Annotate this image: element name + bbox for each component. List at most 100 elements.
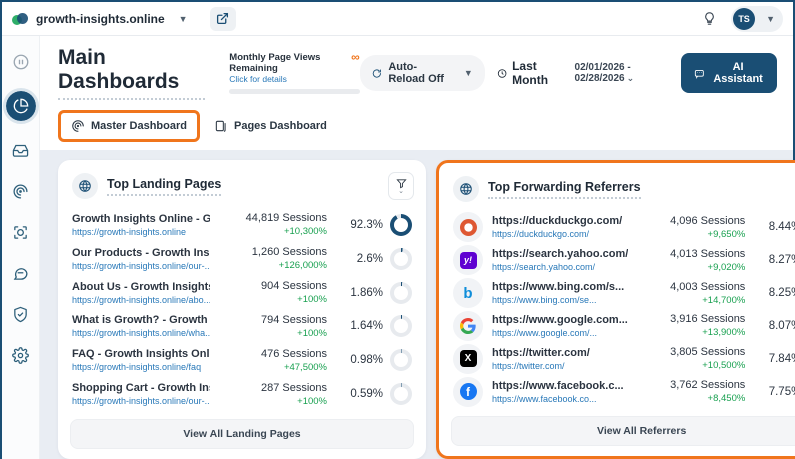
- row-url-link[interactable]: https://www.bing.com/se...: [492, 295, 628, 305]
- page-views-label: Monthly Page Views Remaining: [229, 52, 351, 75]
- list-item[interactable]: Growth Insights Online - Growth I... htt…: [72, 212, 412, 237]
- list-item[interactable]: f https://www.facebook.c... https://www.…: [453, 377, 795, 407]
- chevron-down-icon[interactable]: ▼: [179, 14, 188, 24]
- sessions-delta: +100%: [219, 396, 327, 407]
- top-landing-pages-panel: Top Landing Pages ⌄ Growth Insights Onli…: [58, 160, 426, 459]
- percent-value: 8.44%: [769, 221, 795, 233]
- globe-icon: [72, 173, 98, 199]
- row-title: https://www.facebook.c...: [492, 380, 628, 392]
- row-url-link[interactable]: https://duckduckgo.com/: [492, 229, 628, 239]
- row-url-link[interactable]: https://growth-insights.online/our-...: [72, 396, 210, 406]
- user-menu[interactable]: TS ▼: [731, 6, 783, 32]
- chevron-down-icon: ▼: [766, 14, 775, 24]
- row-title: Shopping Cart - Growth Insights ...: [72, 382, 210, 394]
- landing-pages-list: Growth Insights Online - Growth I... htt…: [70, 206, 414, 413]
- row-url-link[interactable]: https://growth-insights.online/faq: [72, 362, 210, 372]
- row-url-link[interactable]: https://twitter.com/: [492, 361, 628, 371]
- period-label: Last Month: [497, 59, 563, 87]
- row-url-link[interactable]: https://growth-insights.online/our-...: [72, 261, 210, 271]
- sessions-delta: +126,000%: [219, 260, 327, 271]
- pie-chart-icon[interactable]: [6, 91, 36, 121]
- chat-icon[interactable]: [9, 261, 33, 285]
- auto-reload-label: Auto-Reload Off: [388, 61, 451, 85]
- list-item[interactable]: X https://twitter.com/ https://twitter.c…: [453, 344, 795, 374]
- tab-pages-dashboard[interactable]: Pages Dashboard: [204, 113, 337, 139]
- list-item[interactable]: y! https://search.yahoo.com/ https://sea…: [453, 245, 795, 275]
- sessions-count: 3,805 Sessions: [637, 346, 745, 358]
- sessions-count: 44,819 Sessions: [219, 212, 327, 224]
- tab-master-dashboard[interactable]: Master Dashboard: [58, 110, 200, 142]
- row-title: https://twitter.com/: [492, 347, 628, 359]
- target-scan-icon[interactable]: [9, 220, 33, 244]
- sessions-count: 4,003 Sessions: [637, 281, 745, 293]
- site-favicon-icon: b: [453, 278, 483, 308]
- filter-button[interactable]: ⌄: [388, 172, 414, 200]
- row-title: What is Growth? - Growth Insight...: [72, 314, 210, 326]
- open-site-button[interactable]: [210, 7, 236, 31]
- percent-value: 8.25%: [769, 287, 795, 299]
- page-views-progress-bar: [229, 89, 359, 94]
- row-url-link[interactable]: https://growth-insights.online/wha...: [72, 328, 210, 338]
- row-url-link[interactable]: https://growth-insights.online/abo...: [72, 295, 210, 305]
- sessions-count: 3,916 Sessions: [637, 313, 745, 325]
- sessions-count: 4,013 Sessions: [637, 248, 745, 260]
- percent-value: 7.75%: [769, 386, 795, 398]
- donut-chart: [390, 282, 412, 304]
- row-url-link[interactable]: https://www.facebook.co...: [492, 394, 628, 404]
- auto-reload-toggle[interactable]: Auto-Reload Off ▼: [360, 55, 485, 91]
- sessions-delta: +13,900%: [637, 327, 745, 338]
- row-title: https://www.bing.com/s...: [492, 281, 628, 293]
- sessions-delta: +100%: [219, 328, 327, 339]
- sessions-delta: +8,450%: [637, 393, 745, 404]
- top-forwarding-referrers-panel: Top Forwarding Referrers ⌄ https://duckd…: [436, 160, 795, 459]
- view-all-landing-pages-button[interactable]: View All Landing Pages: [70, 419, 414, 449]
- referrers-list: https://duckduckgo.com/ https://duckduck…: [451, 209, 795, 410]
- page-views-details-link[interactable]: Click for details: [229, 74, 351, 84]
- percent-value: 7.84%: [769, 353, 795, 365]
- dashboard-content: Top Landing Pages ⌄ Growth Insights Onli…: [40, 150, 793, 459]
- site-favicon-icon: f: [453, 377, 483, 407]
- list-item[interactable]: What is Growth? - Growth Insight... http…: [72, 314, 412, 339]
- date-range-picker[interactable]: 02/01/2026 - 02/28/2026⌄: [575, 62, 670, 84]
- percent-value: 8.27%: [769, 254, 795, 266]
- panel-title: Top Landing Pages: [107, 177, 221, 196]
- sessions-delta: +14,700%: [637, 295, 745, 306]
- list-item[interactable]: b https://www.bing.com/s... https://www.…: [453, 278, 795, 308]
- pause-circle-icon[interactable]: [9, 50, 33, 74]
- clock-icon: [497, 67, 507, 80]
- gear-icon[interactable]: [9, 343, 33, 367]
- chevron-down-icon: ⌄: [398, 189, 404, 194]
- site-selector[interactable]: growth-insights.online: [36, 12, 165, 26]
- percent-value: 8.07%: [769, 320, 795, 332]
- percent-value: 1.86%: [350, 287, 383, 299]
- row-url-link[interactable]: https://growth-insights.online: [72, 227, 210, 237]
- list-item[interactable]: Shopping Cart - Growth Insights ... http…: [72, 382, 412, 407]
- row-url-link[interactable]: https://search.yahoo.com/: [492, 262, 628, 272]
- globe-icon: [453, 176, 479, 202]
- view-all-referrers-button[interactable]: View All Referrers: [451, 416, 795, 446]
- percent-value: 92.3%: [350, 219, 383, 231]
- dashboard-tabs: Master Dashboard Pages Dashboard: [58, 110, 777, 150]
- sessions-delta: +47,500%: [219, 362, 327, 373]
- sessions-delta: +10,500%: [637, 360, 745, 371]
- sessions-count: 794 Sessions: [219, 314, 327, 326]
- sessions-count: 904 Sessions: [219, 280, 327, 292]
- page-views-widget: Monthly Page Views Remaining Click for d…: [229, 52, 359, 95]
- lightbulb-icon[interactable]: [702, 11, 717, 26]
- shield-check-icon[interactable]: [9, 302, 33, 326]
- list-item[interactable]: FAQ - Growth Insights Online https://gro…: [72, 348, 412, 373]
- site-favicon-icon: G: [453, 311, 483, 341]
- list-item[interactable]: https://duckduckgo.com/ https://duckduck…: [453, 212, 795, 242]
- list-item[interactable]: About Us - Growth Insights Online https:…: [72, 280, 412, 305]
- list-item[interactable]: G https://www.google.com... https://www.…: [453, 311, 795, 341]
- row-url-link[interactable]: https://www.google.com/...: [492, 328, 628, 338]
- list-item[interactable]: Our Products - Growth Insights O... http…: [72, 246, 412, 271]
- sessions-delta: +100%: [219, 294, 327, 305]
- google-icon: [460, 318, 476, 334]
- inbox-icon[interactable]: [9, 138, 33, 162]
- sessions-count: 1,260 Sessions: [219, 246, 327, 258]
- sessions-count: 3,762 Sessions: [637, 379, 745, 391]
- ai-assistant-button[interactable]: AI Assistant: [681, 53, 777, 93]
- swirl-icon[interactable]: [9, 179, 33, 203]
- pages-icon: [214, 119, 228, 133]
